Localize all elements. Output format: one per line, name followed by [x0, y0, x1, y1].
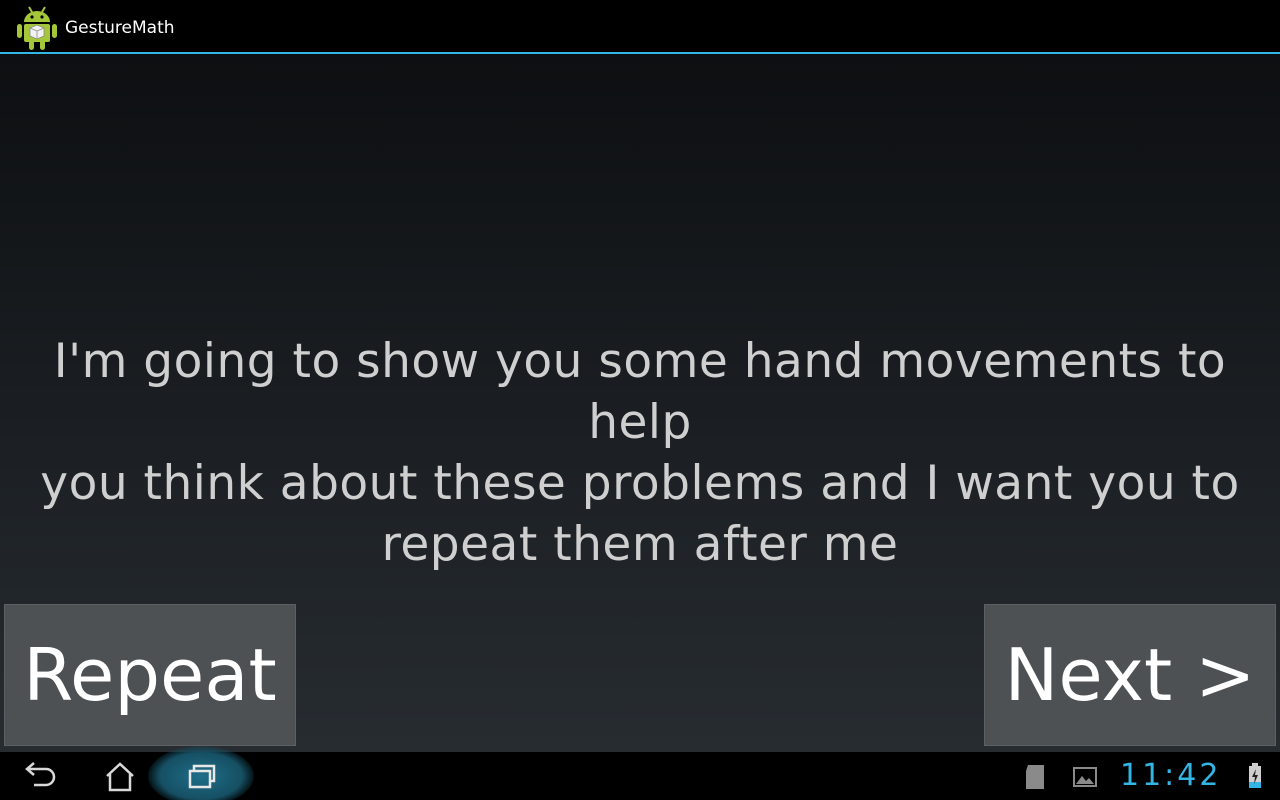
system-bar: 11:42	[0, 746, 1280, 800]
recent-apps-icon[interactable]	[172, 756, 232, 796]
next-button[interactable]: Next >	[984, 604, 1276, 746]
main-content: I'm going to show you some hand movement…	[0, 54, 1280, 752]
action-bar: GestureMath	[0, 0, 1280, 54]
message-line-1: I'm going to show you some hand movement…	[53, 334, 1227, 450]
battery-charging-icon	[1249, 763, 1261, 788]
screen: GestureMath I'm going to show you some h…	[0, 0, 1280, 800]
sd-card-icon	[1026, 765, 1044, 789]
message-line-2: you think about these problems and I wan…	[40, 456, 1240, 511]
app-title: GestureMath	[65, 18, 175, 38]
home-icon[interactable]	[90, 756, 150, 796]
back-icon[interactable]	[10, 756, 70, 796]
clock: 11:42	[1120, 758, 1222, 793]
android-robot-icon	[17, 6, 57, 50]
message-line-3: repeat them after me	[381, 517, 899, 572]
repeat-button[interactable]: Repeat	[4, 604, 296, 746]
instruction-message: I'm going to show you some hand movement…	[0, 331, 1280, 575]
gallery-icon	[1073, 767, 1097, 787]
